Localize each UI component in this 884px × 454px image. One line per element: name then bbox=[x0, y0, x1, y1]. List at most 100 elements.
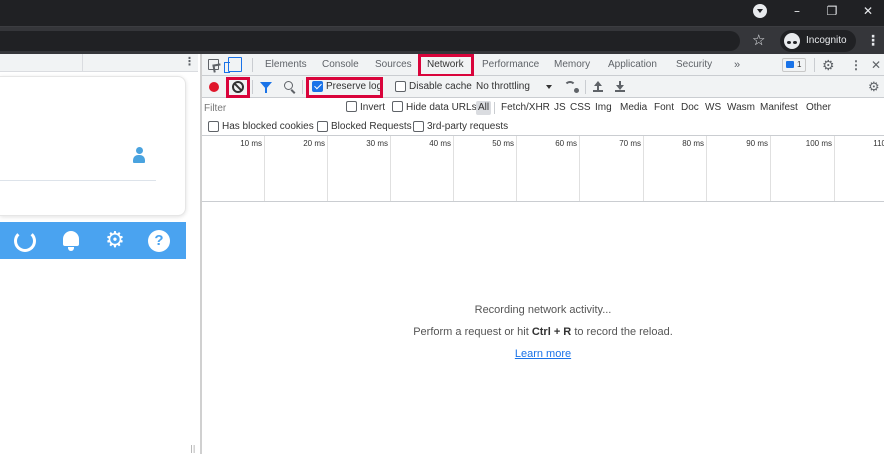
tab-memory[interactable]: Memory bbox=[554, 54, 590, 76]
timeline-overview[interactable]: 10 ms 20 ms 30 ms 40 ms 50 ms 60 ms 70 m… bbox=[202, 136, 884, 202]
tick-label: 110 bbox=[873, 139, 884, 148]
tick-label: 80 ms bbox=[682, 139, 704, 148]
incognito-icon bbox=[784, 33, 800, 49]
recording-message: Recording network activity... bbox=[474, 304, 612, 316]
type-filter-all[interactable]: All bbox=[476, 101, 492, 115]
type-filter-ws[interactable]: WS bbox=[703, 101, 723, 115]
invert-label[interactable]: Invert bbox=[360, 98, 385, 118]
tab-separator bbox=[252, 58, 253, 72]
user-icon[interactable] bbox=[133, 147, 145, 163]
blocked-requests-label[interactable]: Blocked Requests bbox=[331, 118, 412, 136]
type-filter-js[interactable]: JS bbox=[552, 101, 568, 115]
type-filter-img[interactable]: Img bbox=[593, 101, 614, 115]
filter-bar: Invert Hide data URLs All Fetch/XHR JS C… bbox=[202, 98, 884, 118]
disable-cache-label[interactable]: Disable cache bbox=[409, 76, 472, 98]
network-settings-icon[interactable]: ⚙ bbox=[868, 78, 880, 96]
help-icon[interactable]: ? bbox=[148, 230, 170, 252]
record-icon[interactable] bbox=[209, 82, 219, 92]
device-toolbar-icon[interactable] bbox=[224, 57, 242, 73]
tick-label: 30 ms bbox=[366, 139, 388, 148]
timeline-tick: 100 ms bbox=[771, 136, 835, 201]
incognito-label: Incognito bbox=[806, 35, 847, 46]
type-filter-font[interactable]: Font bbox=[652, 101, 676, 115]
tab-security[interactable]: Security bbox=[676, 54, 712, 76]
tab-sources[interactable]: Sources bbox=[375, 54, 412, 76]
reload-hint: Perform a request or hit Ctrl + R to rec… bbox=[202, 326, 884, 338]
type-filter-manifest[interactable]: Manifest bbox=[758, 101, 800, 115]
page-strip-divider bbox=[82, 54, 83, 72]
restore-button[interactable]: ❐ bbox=[814, 0, 850, 22]
network-empty-state: Recording network activity... Perform a … bbox=[202, 202, 884, 454]
settings-gear-icon[interactable]: ⚙ bbox=[104, 230, 126, 252]
browser-title-bar: – ❐ ✕ bbox=[0, 0, 884, 26]
search-icon[interactable] bbox=[284, 81, 293, 90]
tab-console[interactable]: Console bbox=[322, 54, 359, 76]
chevron-down-icon[interactable] bbox=[546, 85, 552, 89]
clear-log-icon[interactable] bbox=[232, 81, 244, 93]
type-filter-other[interactable]: Other bbox=[804, 101, 833, 115]
filter-input[interactable] bbox=[204, 100, 342, 116]
address-bar[interactable] bbox=[0, 31, 740, 51]
export-har-icon-base bbox=[615, 90, 625, 92]
bell-icon[interactable] bbox=[60, 230, 82, 252]
preserve-log-checkbox[interactable] bbox=[312, 81, 323, 92]
timeline-tick: 40 ms bbox=[391, 136, 454, 201]
preserve-log-label[interactable]: Preserve log bbox=[326, 76, 382, 98]
import-har-icon-base bbox=[593, 90, 603, 92]
page-strip-menu-icon[interactable]: ⋮ bbox=[184, 55, 195, 68]
throttling-select[interactable]: No throttling bbox=[476, 76, 530, 98]
toolbar-separator bbox=[585, 80, 586, 94]
tab-performance[interactable]: Performance bbox=[482, 54, 539, 76]
timeline-tick: 60 ms bbox=[517, 136, 580, 201]
filter-funnel-icon[interactable] bbox=[260, 82, 272, 93]
tab-network[interactable]: Network bbox=[427, 54, 464, 76]
page-strip: ⋮ bbox=[0, 54, 198, 72]
devtools-settings-icon[interactable]: ⚙ bbox=[822, 56, 835, 74]
blocked-filters-bar: Has blocked cookies Blocked Requests 3rd… bbox=[202, 118, 884, 136]
invert-checkbox[interactable] bbox=[346, 101, 357, 112]
profile-menu-icon[interactable] bbox=[753, 4, 767, 18]
close-window-button[interactable]: ✕ bbox=[850, 0, 884, 22]
timeline-tick: 10 ms bbox=[202, 136, 265, 201]
tick-label: 100 ms bbox=[805, 139, 832, 148]
tab-application[interactable]: Application bbox=[608, 54, 657, 76]
network-conditions-icon[interactable] bbox=[564, 81, 579, 93]
page-action-bar: ⚙ ? bbox=[0, 222, 186, 259]
incognito-badge[interactable]: Incognito bbox=[780, 30, 856, 52]
has-blocked-cookies-label[interactable]: Has blocked cookies bbox=[222, 118, 314, 136]
browser-menu-icon[interactable]: ⋮ bbox=[866, 31, 880, 51]
bookmark-star-icon[interactable]: ☆ bbox=[752, 30, 765, 50]
devtools-menu-icon[interactable]: ⋮ bbox=[850, 56, 862, 74]
tab-separator bbox=[814, 58, 815, 72]
more-tabs-icon[interactable]: » bbox=[734, 54, 740, 76]
learn-more-link[interactable]: Learn more bbox=[515, 348, 571, 360]
issues-badge[interactable]: 1 bbox=[782, 58, 806, 72]
type-filter-css[interactable]: CSS bbox=[568, 101, 593, 115]
type-filter-separator bbox=[494, 102, 495, 114]
devtools-close-icon[interactable]: ✕ bbox=[871, 56, 881, 74]
has-blocked-cookies-checkbox[interactable] bbox=[208, 121, 219, 132]
third-party-label[interactable]: 3rd-party requests bbox=[427, 118, 508, 136]
reload-shortcut: Ctrl + R bbox=[531, 326, 572, 338]
disable-cache-checkbox[interactable] bbox=[395, 81, 406, 92]
third-party-checkbox[interactable] bbox=[413, 121, 424, 132]
type-filter-fetch-xhr[interactable]: Fetch/XHR bbox=[499, 101, 552, 115]
card-divider bbox=[0, 180, 156, 181]
splitter-grip-icon[interactable]: || bbox=[190, 444, 195, 453]
type-filter-wasm[interactable]: Wasm bbox=[725, 101, 757, 115]
type-filter-doc[interactable]: Doc bbox=[679, 101, 701, 115]
inspect-element-icon[interactable] bbox=[208, 59, 219, 70]
refresh-icon[interactable] bbox=[14, 230, 36, 252]
timeline-tick: 70 ms bbox=[580, 136, 644, 201]
devtools-tab-strip: Elements Console Sources Network Perform… bbox=[202, 54, 884, 76]
type-filter-media[interactable]: Media bbox=[618, 101, 649, 115]
network-toolbar: Preserve log Disable cache No throttling… bbox=[202, 76, 884, 98]
page-viewport: ⋮ ⚙ ? bbox=[0, 54, 200, 454]
toolbar-separator bbox=[252, 80, 253, 94]
tab-elements[interactable]: Elements bbox=[265, 54, 307, 76]
tick-label: 50 ms bbox=[492, 139, 514, 148]
hide-data-urls-label[interactable]: Hide data URLs bbox=[406, 98, 477, 118]
blocked-requests-checkbox[interactable] bbox=[317, 121, 328, 132]
hide-data-urls-checkbox[interactable] bbox=[392, 101, 403, 112]
minimize-button[interactable]: – bbox=[779, 0, 815, 22]
